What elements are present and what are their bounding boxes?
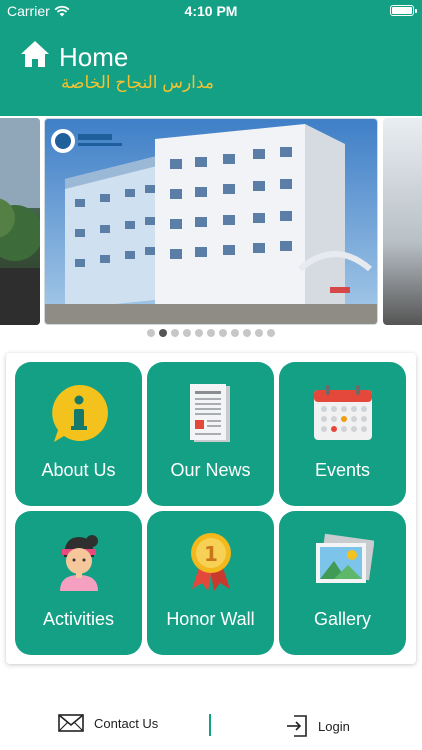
carousel-dot[interactable] (255, 329, 263, 337)
page-title: Home (59, 42, 129, 72)
events-label: Events (314, 460, 371, 480)
carousel-slide-school-building[interactable] (44, 118, 378, 325)
activities-tile[interactable]: Activities (15, 511, 142, 655)
honor-wall-label: Honor Wall (166, 609, 255, 629)
picture-icon (316, 533, 374, 583)
bottom-divider (209, 714, 211, 736)
carousel-dot[interactable] (147, 329, 155, 337)
about-us-label: About Us (41, 460, 116, 480)
svg-text:1: 1 (204, 542, 218, 566)
our-news-label: Our News (170, 460, 251, 480)
bottom-bar: Contact Us Login (0, 706, 422, 746)
calendar-icon (314, 385, 372, 440)
envelope-icon (58, 714, 84, 732)
activities-label: Activities (42, 609, 114, 629)
status-time: 4:10 PM (184, 3, 238, 19)
medal-icon: 1 (191, 533, 231, 591)
login-label: Login (318, 718, 350, 734)
menu-card: About Us Our News Events Activities 1 Ho… (6, 353, 416, 664)
battery-icon (390, 5, 417, 16)
honor-wall-tile[interactable]: 1 Honor Wall (147, 511, 274, 655)
home-icon[interactable] (20, 40, 50, 68)
carousel-pagination[interactable] (0, 329, 422, 337)
gallery-tile[interactable]: Gallery (279, 511, 406, 655)
about-us-tile[interactable]: About Us (15, 362, 142, 506)
carousel-slide-previous[interactable] (0, 118, 40, 325)
school-building-image (45, 119, 377, 324)
student-icon (60, 535, 98, 591)
status-bar: Carrier 4:10 PM (0, 0, 422, 22)
carousel-dot[interactable] (171, 329, 179, 337)
carousel-dot[interactable] (183, 329, 191, 337)
carousel-slide-next[interactable] (383, 118, 422, 325)
school-name: مدارس النجاح الخاصة (61, 73, 214, 92)
events-tile[interactable]: Events (279, 362, 406, 506)
newspaper-icon (190, 384, 230, 442)
contact-us-button[interactable]: Contact Us (58, 714, 158, 732)
login-icon (287, 715, 307, 737)
carousel-dot[interactable] (159, 329, 167, 337)
carousel-dot[interactable] (231, 329, 239, 337)
carousel-dot[interactable] (219, 329, 227, 337)
gallery-label: Gallery (313, 609, 371, 629)
image-carousel[interactable] (0, 116, 422, 346)
carousel-dot[interactable] (243, 329, 251, 337)
contact-us-label: Contact Us (94, 715, 159, 731)
our-news-tile[interactable]: Our News (147, 362, 274, 506)
login-button[interactable]: Login (286, 714, 350, 738)
carousel-dot[interactable] (267, 329, 275, 337)
carousel-dot[interactable] (207, 329, 215, 337)
info-icon (52, 384, 108, 442)
carousel-dot[interactable] (195, 329, 203, 337)
app-header: Carrier 4:10 PM Home مدارس النجاح الخاصة (0, 0, 422, 116)
